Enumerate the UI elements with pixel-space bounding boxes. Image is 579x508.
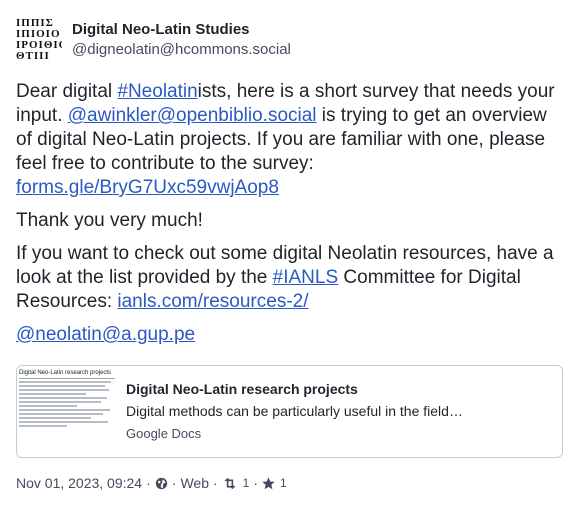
thumbnail-text-line bbox=[19, 409, 111, 411]
resources-link[interactable]: ianls.com/resources-2/ bbox=[117, 291, 308, 312]
thumbnail-text-line bbox=[19, 421, 109, 423]
thumbnail-text-line bbox=[19, 417, 91, 419]
thumbnail-text-line bbox=[19, 393, 87, 395]
separator: · bbox=[146, 475, 151, 491]
globe-icon bbox=[155, 477, 168, 490]
avatar-row: ΘTIII bbox=[16, 50, 50, 62]
author-info[interactable]: Digital Neo-Latin Studies @digneolatin@h… bbox=[72, 20, 291, 60]
card-title: Digital Neo-Latin research projects bbox=[126, 381, 358, 397]
author-handle[interactable]: @digneolatin@hcommons.social bbox=[72, 40, 291, 60]
avatar[interactable]: IΠΠΙΣ IΠIOIO IPOIΘIO ΘTIII bbox=[16, 17, 62, 63]
link-preview-card[interactable]: Digital Neo-Latin research projects Digi… bbox=[16, 365, 563, 458]
boost-count: 1 bbox=[242, 476, 250, 490]
application-name: Web bbox=[180, 475, 209, 491]
card-description: Digital methods can be particularly usef… bbox=[126, 403, 463, 419]
paragraph-survey: Dear digital #Neolatinists, here is a sh… bbox=[16, 80, 566, 200]
card-thumbnail: Digital Neo-Latin research projects bbox=[17, 366, 118, 457]
status-meta: Nov 01, 2023, 09:24 · · Web · 1 · 1 bbox=[16, 474, 287, 492]
paragraph-mention: @neolatin@a.gup.pe bbox=[16, 323, 566, 347]
hashtag-neolatin-link[interactable]: #Neolatin bbox=[117, 81, 197, 102]
thumbnail-text-line bbox=[19, 425, 67, 427]
separator: · bbox=[213, 475, 218, 491]
thumbnail-text-line bbox=[19, 381, 112, 383]
thumbnail-text-line bbox=[19, 389, 110, 391]
thumbnail-text-line bbox=[19, 397, 108, 399]
favourite-count: 1 bbox=[280, 476, 287, 490]
star-icon[interactable] bbox=[262, 476, 275, 490]
paragraph-thanks: Thank you very much! bbox=[16, 210, 203, 231]
thumbnail-text-line bbox=[19, 413, 104, 415]
status-content: Dear digital #Neolatinists, here is a sh… bbox=[16, 80, 566, 356]
mention-neolatin-link[interactable]: @neolatin@a.gup.pe bbox=[16, 324, 195, 345]
text: Dear digital bbox=[16, 81, 118, 102]
card-body: Digital Neo-Latin research projects Digi… bbox=[118, 366, 471, 457]
card-provider: Google Docs bbox=[126, 426, 202, 441]
separator: · bbox=[171, 475, 177, 491]
survey-form-link[interactable]: forms.gle/BryG7Uxc59vwjAop8 bbox=[16, 177, 279, 198]
mention-awinkler-link[interactable]: @awinkler@openbiblio.social bbox=[68, 105, 317, 126]
status-header: IΠΠΙΣ IΠIOIO IPOIΘIO ΘTIII Digital Neo-L… bbox=[16, 16, 291, 64]
timestamp-link[interactable]: Nov 01, 2023, 09:24 bbox=[16, 474, 142, 492]
thumbnail-text-line bbox=[19, 385, 106, 387]
thumbnail-title: Digital Neo-Latin research projects bbox=[19, 370, 115, 379]
author-display-name[interactable]: Digital Neo-Latin Studies bbox=[72, 20, 291, 40]
thumbnail-text-line bbox=[19, 405, 77, 407]
thumbnail-text-line bbox=[19, 401, 101, 403]
hashtag-ianls-link[interactable]: #IANLS bbox=[273, 267, 338, 288]
paragraph-resources: If you want to check out some digital Ne… bbox=[16, 242, 566, 314]
separator: · bbox=[253, 475, 259, 491]
boost-icon[interactable] bbox=[222, 477, 238, 490]
